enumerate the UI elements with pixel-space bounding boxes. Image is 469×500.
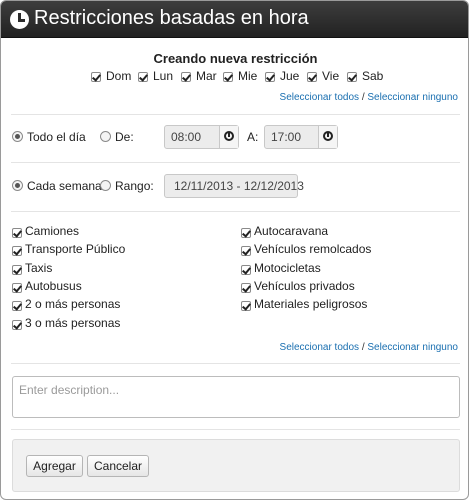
vehicle-label: Camiones — [25, 224, 80, 238]
add-button[interactable]: Agregar — [26, 455, 83, 477]
vehicle-checkbox-taxis[interactable] — [12, 265, 22, 275]
from-label: De: — [115, 130, 134, 144]
day-label-jue: Jue — [280, 69, 300, 83]
day-select-links: Seleccionar todos / Seleccionar ninguno — [280, 92, 458, 103]
divider — [11, 211, 460, 212]
window-title: Restricciones basadas en hora — [34, 7, 309, 29]
vehicle-label: 2 o más personas — [25, 297, 121, 311]
clock-icon — [10, 10, 29, 29]
day-label-dom: Dom — [106, 69, 132, 83]
vehicle-checkbox-autocaravana[interactable] — [241, 228, 251, 238]
vehicle-label: Materiales peligrosos — [254, 297, 368, 311]
select-none-days-link[interactable]: Seleccionar ninguno — [367, 92, 458, 103]
vehicle-label: Autobusus — [25, 279, 82, 293]
vehicle-checkbox-autobusus[interactable] — [12, 283, 22, 293]
all-day-radio[interactable] — [12, 131, 23, 142]
vehicle-label: Motocicletas — [254, 261, 321, 275]
vehicle-label: Vehículos remolcados — [254, 242, 372, 256]
day-label-mar: Mar — [196, 69, 217, 83]
day-checkbox-jue[interactable] — [265, 72, 275, 82]
from-time-value: 08:00 — [171, 130, 202, 144]
from-time-picker-button[interactable] — [219, 126, 238, 148]
weekly-radio[interactable] — [12, 180, 23, 191]
to-time-value: 17:00 — [271, 130, 302, 144]
divider — [11, 114, 460, 115]
form-heading: Creando nueva restricción — [153, 51, 318, 66]
vehicle-checkbox-transporte-publico[interactable] — [12, 246, 22, 256]
vehicle-checkbox-remolcados[interactable] — [241, 246, 251, 256]
select-all-days-link[interactable]: Seleccionar todos — [280, 92, 360, 103]
day-checkbox-vie[interactable] — [307, 72, 317, 82]
vehicle-checkbox-privados[interactable] — [241, 283, 251, 293]
vehicle-label: Taxis — [25, 261, 53, 275]
vehicle-label: Transporte Público — [25, 242, 126, 256]
title-bar: Restricciones basadas en hora — [1, 1, 468, 38]
day-label-sab: Sab — [362, 69, 384, 83]
clock-icon — [224, 131, 234, 141]
date-range-input[interactable]: 12/11/2013 - 12/12/2013 — [164, 174, 304, 198]
day-checkbox-mar[interactable] — [181, 72, 191, 82]
restriction-dialog: Restricciones basadas en hora Creando nu… — [0, 0, 469, 500]
link-separator: / — [361, 92, 365, 103]
day-checkbox-dom[interactable] — [91, 72, 101, 82]
divider — [11, 429, 460, 430]
day-label-lun: Lun — [153, 69, 174, 83]
vehicle-checkbox-2-personas[interactable] — [12, 301, 22, 311]
day-label-mie: Mie — [238, 69, 258, 83]
day-checkbox-sab[interactable] — [347, 72, 357, 82]
vehicle-label: Autocaravana — [254, 224, 329, 238]
vehicle-checkbox-camiones[interactable] — [12, 228, 22, 238]
to-time-input[interactable]: 17:00 — [264, 125, 338, 149]
day-label-vie: Vie — [322, 69, 340, 83]
cancel-button[interactable]: Cancelar — [87, 455, 149, 477]
vehicle-checkbox-peligrosos[interactable] — [241, 301, 251, 311]
weekly-label: Cada semana — [27, 179, 102, 193]
button-bar: Agregar Cancelar — [12, 439, 460, 492]
to-time-picker-button[interactable] — [318, 126, 337, 148]
date-range-value: 12/11/2013 - 12/12/2013 — [174, 179, 304, 193]
from-time-radio[interactable] — [100, 131, 111, 142]
select-none-vehicles-link[interactable]: Seleccionar ninguno — [367, 342, 458, 353]
vehicle-checkbox-motocicletas[interactable] — [241, 265, 251, 275]
link-separator: / — [361, 342, 365, 353]
clock-icon — [323, 131, 333, 141]
vehicle-checkbox-3-personas[interactable] — [12, 320, 22, 330]
to-label: A: — [247, 130, 259, 144]
range-label: Rango: — [115, 179, 154, 193]
vehicle-label: 3 o más personas — [25, 316, 121, 330]
select-all-vehicles-link[interactable]: Seleccionar todos — [280, 342, 360, 353]
divider — [11, 363, 460, 364]
day-checkbox-lun[interactable] — [138, 72, 148, 82]
description-input[interactable] — [12, 376, 460, 418]
vehicle-label: Vehículos privados — [254, 279, 355, 293]
from-time-input[interactable]: 08:00 — [164, 125, 239, 149]
all-day-label: Todo el día — [27, 130, 86, 144]
day-checkbox-mie[interactable] — [223, 72, 233, 82]
divider — [11, 162, 460, 163]
vehicle-select-links: Seleccionar todos / Seleccionar ninguno — [280, 342, 458, 353]
range-radio[interactable] — [100, 180, 111, 191]
